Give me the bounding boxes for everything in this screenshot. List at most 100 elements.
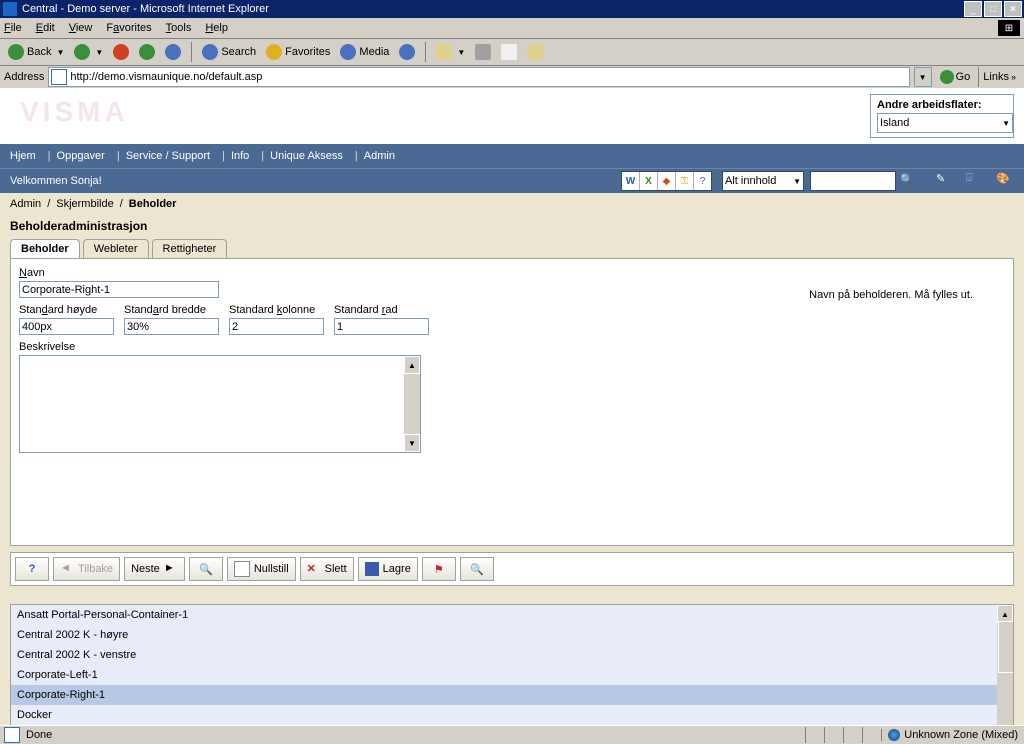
tilbake-button[interactable]: ◄Tilbake xyxy=(53,557,120,581)
magnifier-help-icon: 🔍 xyxy=(470,563,484,576)
crumb-admin[interactable]: Admin xyxy=(10,198,41,210)
nav-unique[interactable]: Unique Aksess xyxy=(270,150,343,162)
tab-beholder[interactable]: Beholder xyxy=(10,239,80,258)
sitemap-icon[interactable]: ⌹ xyxy=(966,172,984,190)
minimize-button[interactable]: _ xyxy=(964,1,982,17)
edit-icon[interactable]: ✎ xyxy=(936,172,954,190)
address-label: Address xyxy=(4,71,44,83)
crumb-skjermbilde[interactable]: Skjermbilde xyxy=(56,198,113,210)
menu-view[interactable]: View xyxy=(69,22,93,34)
slett-button[interactable]: ✕Slett xyxy=(300,557,354,581)
search-input[interactable] xyxy=(810,171,896,191)
nav-admin[interactable]: Admin xyxy=(364,150,395,162)
throbber-icon: ⊞ xyxy=(998,20,1020,36)
discuss-button[interactable] xyxy=(523,42,547,62)
list-item[interactable]: Central 2002 K - venstre xyxy=(11,645,1013,665)
list-scrollbar[interactable]: ▲ ▼ xyxy=(997,605,1013,726)
mail-button[interactable]: ▼ xyxy=(432,42,469,62)
sh-input[interactable] xyxy=(19,318,114,335)
wand-button[interactable]: 🔍 xyxy=(460,557,494,581)
logo-area: VISMA Andre arbeidsflater: Island▼ xyxy=(0,88,1024,144)
search-scope-select[interactable]: Alt innhold▼ xyxy=(722,171,804,191)
palette-icon[interactable]: 🎨 xyxy=(996,172,1014,190)
forward-button[interactable]: ▼ xyxy=(70,42,107,62)
container-list: Ansatt Portal-Personal-Container-1 Centr… xyxy=(10,604,1014,726)
save-icon xyxy=(365,562,379,576)
menu-file[interactable]: File xyxy=(4,22,22,34)
page-icon xyxy=(51,69,67,85)
refresh-button[interactable] xyxy=(135,42,159,62)
main-nav: Hjem| Oppgaver| Service / Support| Info|… xyxy=(0,144,1024,168)
delete-icon: ✕ xyxy=(307,562,321,576)
menu-tools[interactable]: Tools xyxy=(166,22,192,34)
address-input[interactable]: http://demo.vismaunique.no/default.asp xyxy=(48,67,909,87)
list-item[interactable]: Docker xyxy=(11,705,1013,725)
nav-service[interactable]: Service / Support xyxy=(126,150,210,162)
sk-input[interactable] xyxy=(229,318,324,335)
search-button[interactable]: Search xyxy=(198,42,260,62)
crumb-beholder: Beholder xyxy=(129,198,177,210)
lagre-button[interactable]: Lagre xyxy=(358,557,418,581)
visma-logo: VISMA xyxy=(20,96,129,128)
sr-input[interactable] xyxy=(334,318,429,335)
menu-favorites[interactable]: Favorites xyxy=(106,22,151,34)
menu-bar: File Edit View Favorites Tools Help ⊞ xyxy=(0,18,1024,39)
field-help: Navn på beholderen. Må fylles ut. xyxy=(809,289,973,301)
desc-scrollbar[interactable]: ▲ ▼ xyxy=(404,356,420,452)
search-label: Search xyxy=(221,46,256,58)
nav-info[interactable]: Info xyxy=(231,150,249,162)
menu-help[interactable]: Help xyxy=(205,22,228,34)
print-button[interactable] xyxy=(471,42,495,62)
nullstill-button[interactable]: Nullstill xyxy=(227,557,296,581)
sk-label: Standard kolonne xyxy=(229,304,324,316)
go-label: Go xyxy=(956,71,971,83)
tab-webleter[interactable]: Webleter xyxy=(83,239,149,258)
window-titlebar: Central - Demo server - Microsoft Intern… xyxy=(0,0,1024,18)
nav-oppgaver[interactable]: Oppgaver xyxy=(57,150,105,162)
links-button[interactable]: Links» xyxy=(978,67,1020,87)
maximize-button[interactable]: □ xyxy=(984,1,1002,17)
workspace-select[interactable]: Island▼ xyxy=(877,113,1013,133)
neste-button[interactable]: Neste► xyxy=(124,557,185,581)
help-button[interactable]: ? xyxy=(15,557,49,581)
home-button[interactable] xyxy=(161,42,185,62)
key-icon[interactable]: ⚿ xyxy=(675,172,693,190)
list-item[interactable]: Central 2002 K - høyre xyxy=(11,625,1013,645)
word-icon[interactable]: W xyxy=(622,172,639,190)
tab-row: Beholder Webleter Rettigheter xyxy=(10,239,1014,258)
status-panel xyxy=(862,727,881,743)
address-dropdown[interactable]: ▼ xyxy=(914,67,932,87)
list-item[interactable]: Corporate-Left-1 xyxy=(11,665,1013,685)
help-icon[interactable]: ? xyxy=(693,172,711,190)
go-button[interactable]: Go xyxy=(936,70,975,84)
excel-icon[interactable]: X xyxy=(639,172,657,190)
close-button[interactable]: × xyxy=(1004,1,1022,17)
list-item[interactable]: Ansatt Portal-Personal-Container-1 xyxy=(11,605,1013,625)
scroll-down-icon[interactable]: ▼ xyxy=(404,434,420,452)
scroll-up-icon[interactable]: ▲ xyxy=(404,356,420,374)
back-label: Back xyxy=(27,46,51,58)
stop-button[interactable] xyxy=(109,42,133,62)
export-icons: W X ◆ ⚿ ? xyxy=(621,171,712,191)
history-button[interactable] xyxy=(395,42,419,62)
zoom-button[interactable]: 🔍 xyxy=(189,557,223,581)
edit-button[interactable] xyxy=(497,42,521,62)
scroll-thumb[interactable] xyxy=(998,621,1014,673)
search-icon[interactable]: 🔍 xyxy=(900,173,916,189)
media-button[interactable]: Media xyxy=(336,42,393,62)
nav-hjem[interactable]: Hjem xyxy=(10,150,36,162)
back-button[interactable]: Back▼ xyxy=(4,42,68,62)
menu-edit[interactable]: Edit xyxy=(36,22,55,34)
favorites-button[interactable]: Favorites xyxy=(262,42,334,62)
sh-label: Standard høyde xyxy=(19,304,114,316)
alert-icon[interactable]: ◆ xyxy=(657,172,675,190)
tab-rettigheter[interactable]: Rettigheter xyxy=(152,239,228,258)
toolbar: Back▼ ▼ Search Favorites Media ▼ xyxy=(0,39,1024,66)
desc-textarea[interactable]: ▲ ▼ xyxy=(19,355,421,453)
navn-input[interactable] xyxy=(19,281,219,298)
sb-input[interactable] xyxy=(124,318,219,335)
address-url: http://demo.vismaunique.no/default.asp xyxy=(70,71,262,83)
breadcrumb: Admin / Skjermbilde / Beholder xyxy=(0,193,1024,215)
list-item-selected[interactable]: Corporate-Right-1 xyxy=(11,685,1013,705)
flag-button[interactable]: ⚑ xyxy=(422,557,456,581)
